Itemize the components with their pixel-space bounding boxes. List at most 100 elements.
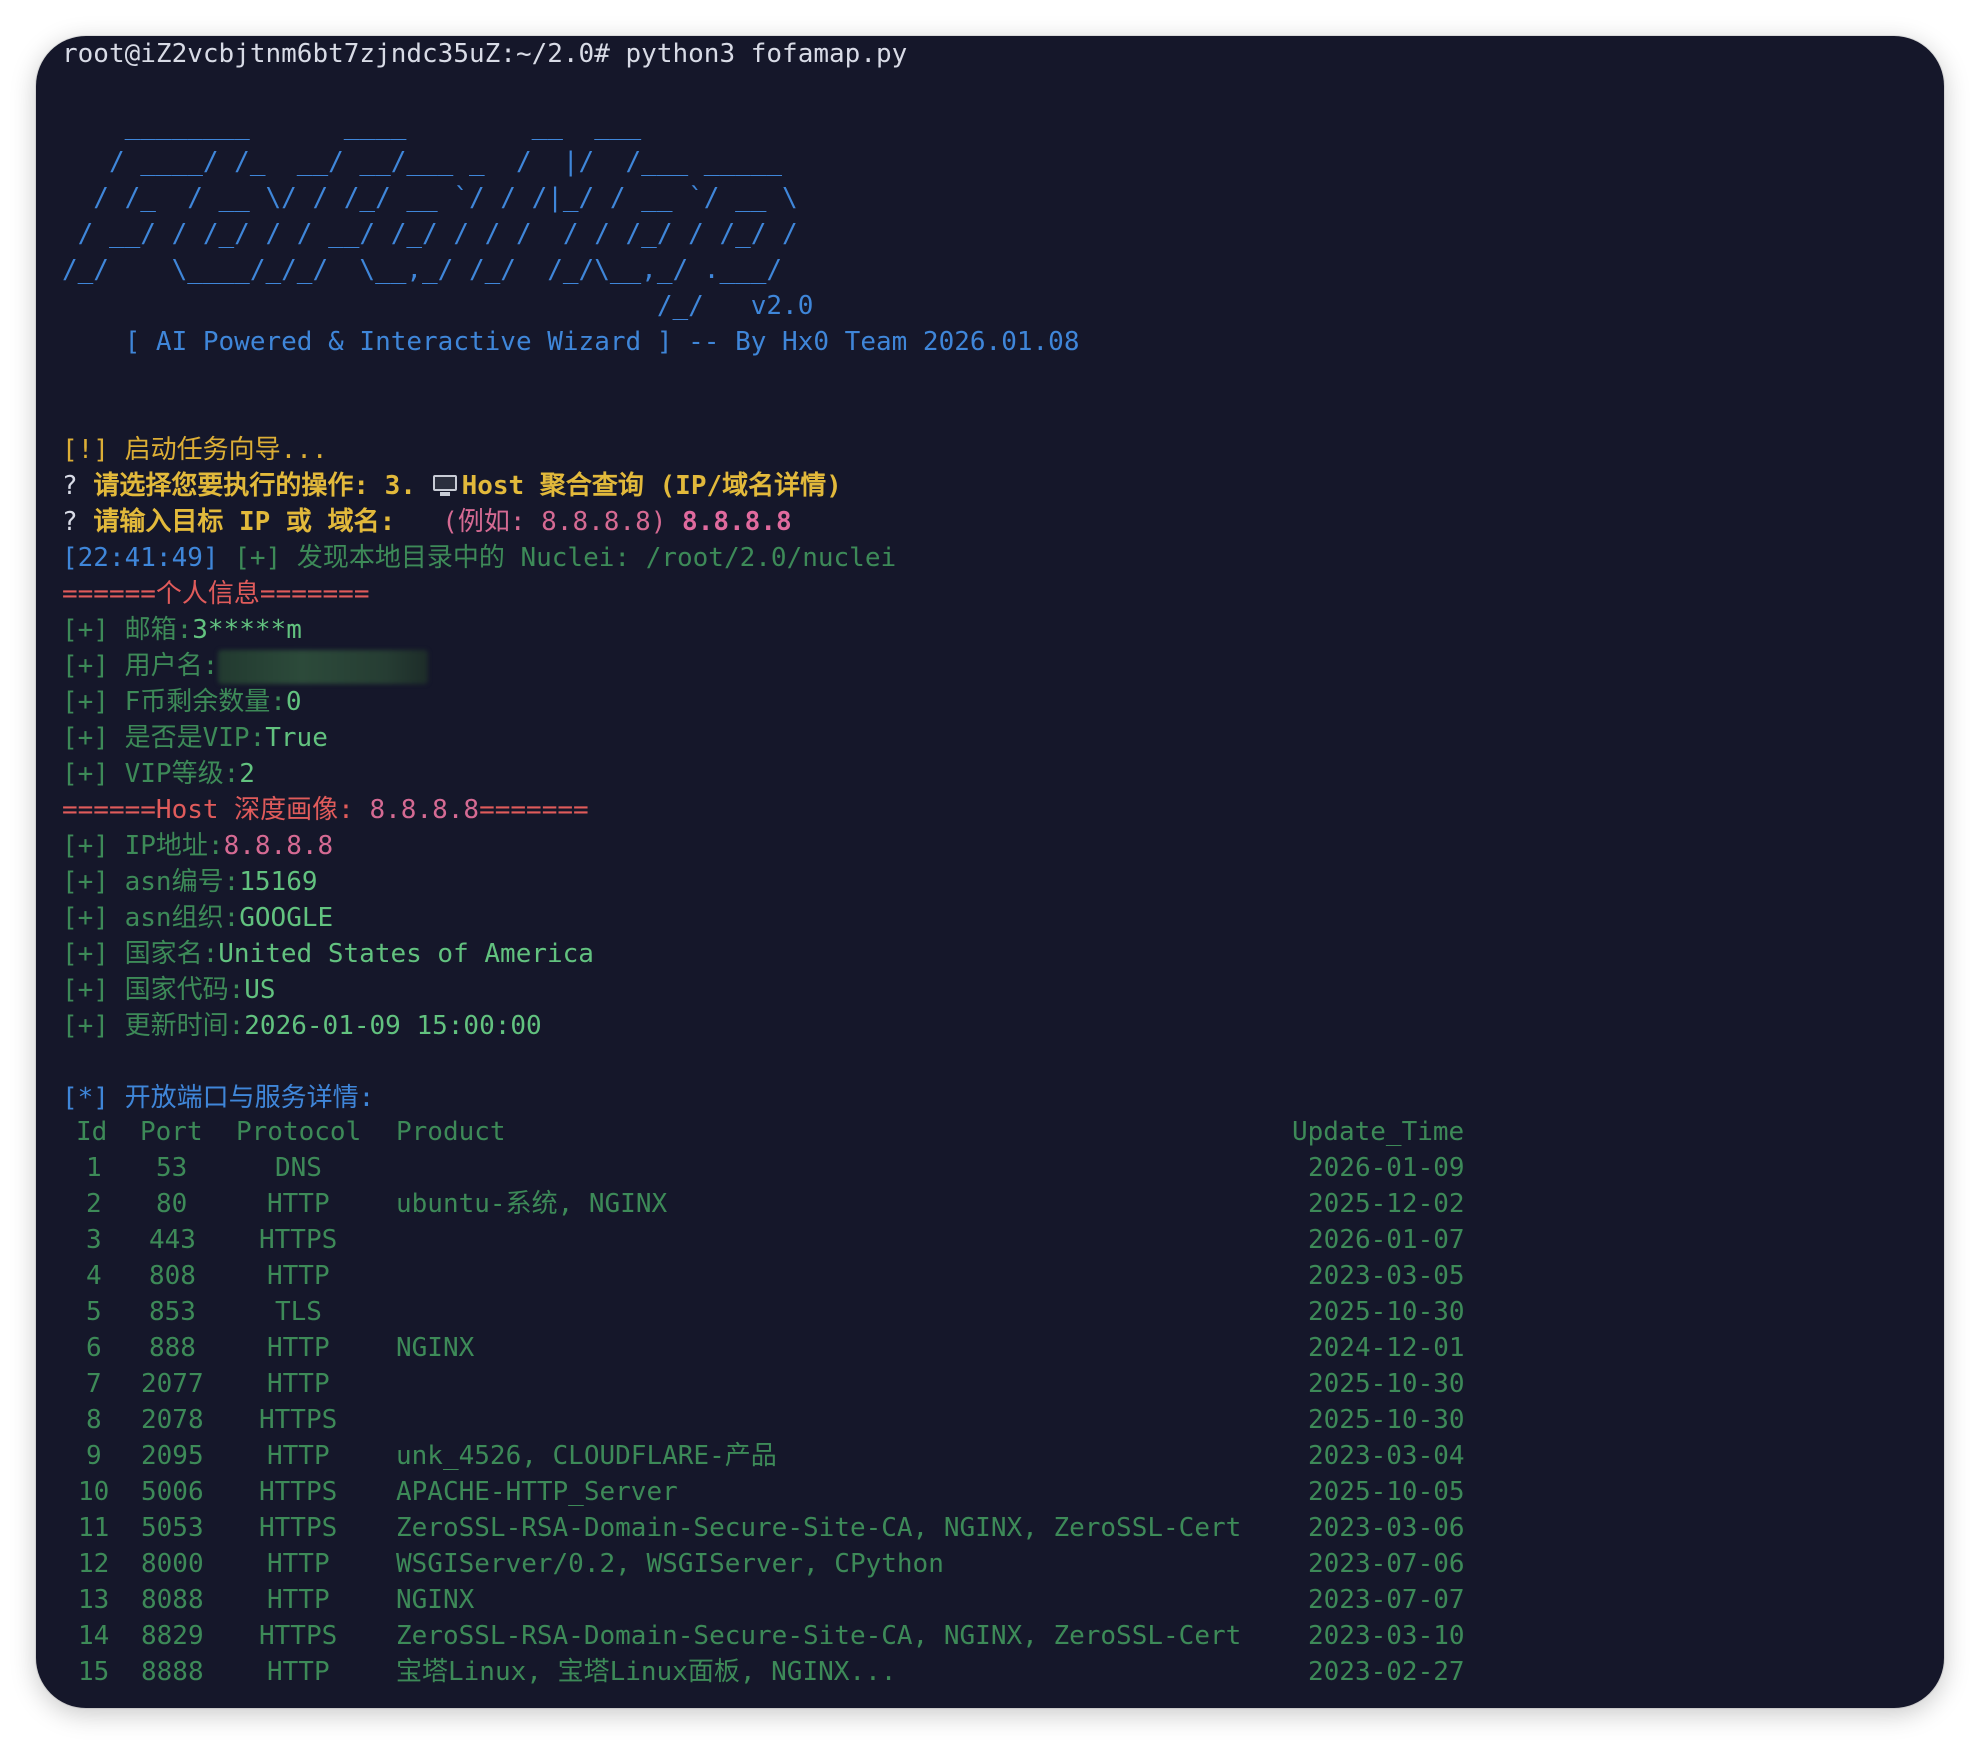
cell-protocol: HTTPS: [259, 1225, 338, 1255]
monitor-icon: [432, 475, 460, 497]
cell-protocol: HTTP: [267, 1261, 330, 1291]
cell-port: 80: [156, 1189, 188, 1219]
question-operation: ? 请选择您要执行的操作: 3. Host 聚合查询 (IP/域名详情): [62, 468, 842, 504]
info-value: 3*****m: [192, 615, 302, 645]
cell-protocol: HTTP: [267, 1657, 330, 1687]
info-label: [+] IP地址:: [62, 831, 224, 861]
banner-line: /_/ \____/_/_/ \__,_/ /_/ /_/\__,_/ .___…: [62, 255, 783, 285]
cell-product: ubuntu-系统, NGINX: [396, 1189, 668, 1219]
cell-port: 443: [149, 1225, 196, 1255]
cell-update-time: 2023-03-06: [1308, 1513, 1465, 1543]
cell-id: 9: [86, 1441, 102, 1471]
info-value: True: [265, 723, 328, 753]
page: root@iZ2vcbjtnm6bt7zjndc35uZ:~/2.0# pyth…: [0, 0, 1980, 1744]
cell-update-time: 2024-12-01: [1308, 1333, 1465, 1363]
log-line: [22:41:49] [+] 发现本地目录中的 Nuclei: /root/2.…: [62, 540, 896, 576]
host-country: [+] 国家名:United States of America: [62, 936, 594, 972]
info-label: [+] 国家名:: [62, 939, 219, 969]
cell-update-time: 2025-10-05: [1308, 1477, 1465, 1507]
table-row: 15 8888 HTTP 宝塔Linux, 宝塔Linux面板, NGINX... 20…: [36, 1654, 1944, 1690]
cell-id: 6: [86, 1333, 102, 1363]
cell-id: 15: [78, 1657, 110, 1687]
banner-line: / /_ / __ \/ / /_/ __ `/ / /|_/ / __ `/ …: [62, 183, 798, 213]
section-personal-info: ======个人信息=======: [62, 579, 370, 609]
info-username: [+] 用户名:: [62, 648, 429, 684]
cell-port: 8888: [141, 1657, 204, 1687]
info-value: GOOGLE: [239, 903, 334, 933]
info-value: United States of America: [218, 939, 594, 969]
cell-port: 5006: [141, 1477, 204, 1507]
cell-update-time: 2023-03-10: [1308, 1621, 1465, 1651]
cell-update-time: 2023-03-04: [1308, 1441, 1465, 1471]
ports-heading: [*] 开放端口与服务详情:: [62, 1083, 375, 1113]
cell-update-time: 2023-02-27: [1308, 1657, 1465, 1687]
question-mark: ?: [62, 471, 94, 501]
cell-port: 2077: [141, 1369, 204, 1399]
table-row: 7 2077 HTTP 2025-10-30: [36, 1366, 1944, 1402]
input-hint: (例如: 8.8.8.8): [410, 507, 683, 537]
info-label: [+] 国家代码:: [62, 975, 245, 1005]
info-fcoin: [+] F币剩余数量:0: [62, 684, 302, 720]
cell-port: 5053: [141, 1513, 204, 1543]
cell-update-time: 2025-12-02: [1308, 1189, 1465, 1219]
table-row: 9 2095 HTTP unk_4526, CLOUDFLARE-产品 2023-03-…: [36, 1438, 1944, 1474]
cell-port: 808: [149, 1261, 196, 1291]
info-value: 8.8.8.8: [223, 831, 334, 861]
cell-id: 14: [78, 1621, 110, 1651]
host-asn: [+] asn编号:15169: [62, 864, 318, 900]
table-row: 4 808 HTTP 2023-03-05: [36, 1258, 1944, 1294]
header-update-time: Update_Time: [1292, 1117, 1465, 1147]
cell-port: 2095: [141, 1441, 204, 1471]
command-prompt: root@iZ2vcbjtnm6bt7zjndc35uZ:~/2.0# pyth…: [62, 39, 908, 69]
table-row: 3 443 HTTPS 2026-01-07: [36, 1222, 1944, 1258]
cell-update-time: 2026-01-07: [1308, 1225, 1465, 1255]
cell-protocol: HTTP: [267, 1333, 330, 1363]
terminal-window[interactable]: root@iZ2vcbjtnm6bt7zjndc35uZ:~/2.0# pyth…: [36, 36, 1944, 1708]
table-row: 5 853 TLS 2025-10-30: [36, 1294, 1944, 1330]
cell-protocol: HTTPS: [259, 1477, 338, 1507]
answer-text: Host 聚合查询 (IP/域名详情): [461, 471, 842, 501]
cell-id: 12: [78, 1549, 110, 1579]
info-value: 2026-01-09 15:00:00: [244, 1011, 542, 1041]
cell-protocol: DNS: [275, 1153, 322, 1183]
section-host-profile: ======Host 深度画像: 8.8.8.8=======: [62, 792, 589, 828]
info-label: [+] asn编号:: [62, 867, 240, 897]
banner-line: / ____/ /_ __/ __/___ _ / |/ /___ _____: [62, 147, 783, 177]
info-vip: [+] 是否是VIP:True: [62, 720, 328, 756]
section-host-prefix: ======Host 深度画像:: [62, 795, 370, 825]
cell-protocol: HTTPS: [259, 1405, 338, 1435]
table-row: 11 5053 HTTPS ZeroSSL-RSA-Domain-Secure-Sit…: [36, 1510, 1944, 1546]
cell-update-time: 2023-07-06: [1308, 1549, 1465, 1579]
cell-product: NGINX: [396, 1333, 475, 1363]
log-message: [+] 发现本地目录中的 Nuclei: /root/2.0/nuclei: [218, 543, 897, 573]
cell-update-time: 2025-10-30: [1308, 1297, 1465, 1327]
redacted-username: [218, 649, 429, 684]
cell-port: 8000: [141, 1549, 204, 1579]
cell-product: NGINX: [396, 1585, 475, 1615]
cell-update-time: 2026-01-09: [1308, 1153, 1465, 1183]
cell-id: 10: [78, 1477, 110, 1507]
ports-table: Id Port Protocol Product Update_Time 1 53…: [36, 1114, 1944, 1694]
info-vip-level: [+] VIP等级:2: [62, 756, 255, 792]
cell-port: 8829: [141, 1621, 204, 1651]
table-row: 12 8000 HTTP WSGIServer/0.2, WSGIServer, CP…: [36, 1546, 1944, 1582]
cell-update-time: 2023-03-05: [1308, 1261, 1465, 1291]
host-country-code: [+] 国家代码:US: [62, 972, 276, 1008]
table-row: 8 2078 HTTPS 2025-10-30: [36, 1402, 1944, 1438]
cell-id: 2: [86, 1189, 102, 1219]
cell-protocol: HTTP: [267, 1585, 330, 1615]
header-id: Id: [76, 1117, 108, 1147]
info-value: 0: [285, 687, 302, 717]
cell-port: 853: [149, 1297, 196, 1327]
cell-protocol: HTTP: [267, 1369, 330, 1399]
cell-protocol: HTTP: [267, 1189, 330, 1219]
banner-version-line: /_/ v2.0: [62, 291, 814, 321]
table-row: 6 888 HTTP NGINX 2024-12-01: [36, 1330, 1944, 1366]
cell-protocol: TLS: [275, 1297, 322, 1327]
question-mark: ?: [62, 507, 94, 537]
target-input-value[interactable]: 8.8.8.8: [682, 507, 792, 537]
question-text: 请输入目标 IP 或 域名:: [93, 507, 411, 537]
table-row: 1 53 DNS 2026-01-09: [36, 1150, 1944, 1186]
tagline: [ AI Powered & Interactive Wizard ] -- B…: [62, 327, 1080, 357]
info-value: 2: [239, 759, 255, 789]
